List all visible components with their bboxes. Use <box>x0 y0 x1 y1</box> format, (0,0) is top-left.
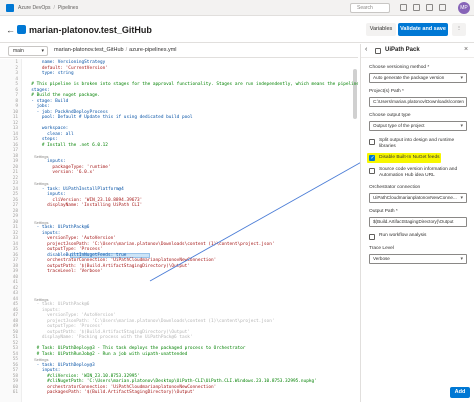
project-path-input[interactable]: C:\Users\marian.platonov\Downloads\conte… <box>369 97 467 107</box>
split-output-checkbox[interactable]: Split output into design and runtime lib… <box>369 138 469 150</box>
task-icon <box>375 48 381 54</box>
versioning-value: Auto generate the package version <box>373 75 445 80</box>
run-workflow-checkbox[interactable]: Run workflow analysis <box>369 233 469 245</box>
breadcrumb-separator: / <box>53 4 55 11</box>
trace-level-value: Verbose <box>373 256 390 261</box>
file-path: marian-platonov.test_GitHub / azure-pipeli… <box>54 47 177 53</box>
checkbox-checked-icon[interactable] <box>369 155 375 161</box>
file-name: azure-pipelines.yml <box>129 47 177 53</box>
file-bar: main ▾ marian-platonov.test_GitHub / azure… <box>0 44 358 58</box>
pipeline-header: ← marian-platonov.test_GitHub Variables … <box>0 17 474 43</box>
disable-nuget-label: Disable Built-In NuGet feeds <box>379 155 440 160</box>
code-line[interactable]: 61 packagesPath: '$(Build.ArtifactStagin… <box>0 390 358 396</box>
avatar[interactable]: MP <box>458 2 470 14</box>
orchestrator-select[interactable]: UiPathCloudmarianplatonovNewConne... ▾ <box>369 193 467 203</box>
back-arrow-icon[interactable]: ← <box>6 25 15 35</box>
top-bar: Azure DevOps / Pipelines Search MP <box>0 0 474 16</box>
repo-link[interactable]: marian-platonov.test_GitHub <box>54 47 124 53</box>
list-icon[interactable] <box>400 4 407 11</box>
chevron-down-icon: ▾ <box>460 75 463 81</box>
split-output-label: Split output into design and runtime lib… <box>379 138 455 149</box>
user-settings-icon[interactable] <box>439 4 446 11</box>
source-code-label: Source code version information and Auto… <box>379 167 458 178</box>
checkbox-unchecked-icon[interactable] <box>369 168 375 174</box>
breadcrumb-org[interactable]: Azure DevOps <box>18 5 51 11</box>
chevron-down-icon: ▾ <box>460 123 463 129</box>
versioning-select[interactable]: Auto generate the package version ▾ <box>369 73 467 83</box>
repo-icon <box>17 25 26 34</box>
search-input[interactable]: Search <box>350 3 390 13</box>
chevron-down-icon: ▾ <box>460 195 463 201</box>
yaml-editor[interactable]: 1 name: VersioningStrategy 2 default: 'Cu… <box>0 59 358 402</box>
checkbox-unchecked-icon[interactable] <box>369 234 375 240</box>
output-path-input[interactable]: $(Build.ArtifactStagingDirectory)\Output <box>369 217 467 227</box>
chevron-down-icon: ▾ <box>41 48 44 54</box>
output-type-label: Choose output type <box>369 113 411 118</box>
path-separator: / <box>125 47 128 53</box>
branch-selector[interactable]: main ▾ <box>8 46 48 56</box>
chevron-down-icon: ▾ <box>460 256 463 262</box>
validate-and-save-button[interactable]: Validate and save <box>398 23 448 36</box>
branch-name: main <box>13 48 24 54</box>
project-path-label: Project(s) Path * <box>369 89 404 94</box>
output-type-value: Output type of the project <box>373 123 425 128</box>
trace-level-select[interactable]: Verbose ▾ <box>369 254 467 264</box>
task-title: UiPath Pack <box>385 47 420 53</box>
close-icon[interactable]: × <box>464 46 468 53</box>
orchestrator-label: Orchestrator connection <box>369 185 421 190</box>
source-code-checkbox[interactable]: Source code version information and Auto… <box>369 167 469 179</box>
orchestrator-value: UiPathCloudmarianplatonovNewConne... <box>373 195 457 200</box>
add-button[interactable]: Add <box>450 387 470 398</box>
shopping-bag-icon[interactable] <box>413 4 420 11</box>
output-path-label: Output Path * <box>369 209 398 214</box>
page-title: marian-platonov.test_GitHub <box>29 25 152 35</box>
output-type-select[interactable]: Output type of the project ▾ <box>369 121 467 131</box>
versioning-label: Choose versioning method * <box>369 65 430 70</box>
help-icon[interactable] <box>426 4 433 11</box>
task-panel-header: ‹ UiPath Pack × <box>361 44 474 58</box>
breadcrumb-pipelines[interactable]: Pipelines <box>58 5 78 11</box>
variables-button[interactable]: Variables <box>366 23 396 36</box>
back-chevron-icon[interactable]: ‹ <box>365 46 367 53</box>
more-options-button[interactable]: ⋮ <box>452 23 466 36</box>
azure-devops-logo-icon[interactable] <box>6 3 14 12</box>
task-panel: ‹ UiPath Pack × Choose versioning method… <box>360 44 474 402</box>
checkbox-unchecked-icon[interactable] <box>369 139 375 145</box>
run-workflow-label: Run workflow analysis <box>379 233 427 238</box>
disable-nuget-checkbox[interactable]: Disable Built-In NuGet feeds <box>367 153 441 163</box>
code-text: packagesPath: '$(Build.ArtifactStagingDi… <box>26 390 196 395</box>
trace-level-label: Trace Level <box>369 246 394 251</box>
line-number: 61 <box>12 390 18 395</box>
